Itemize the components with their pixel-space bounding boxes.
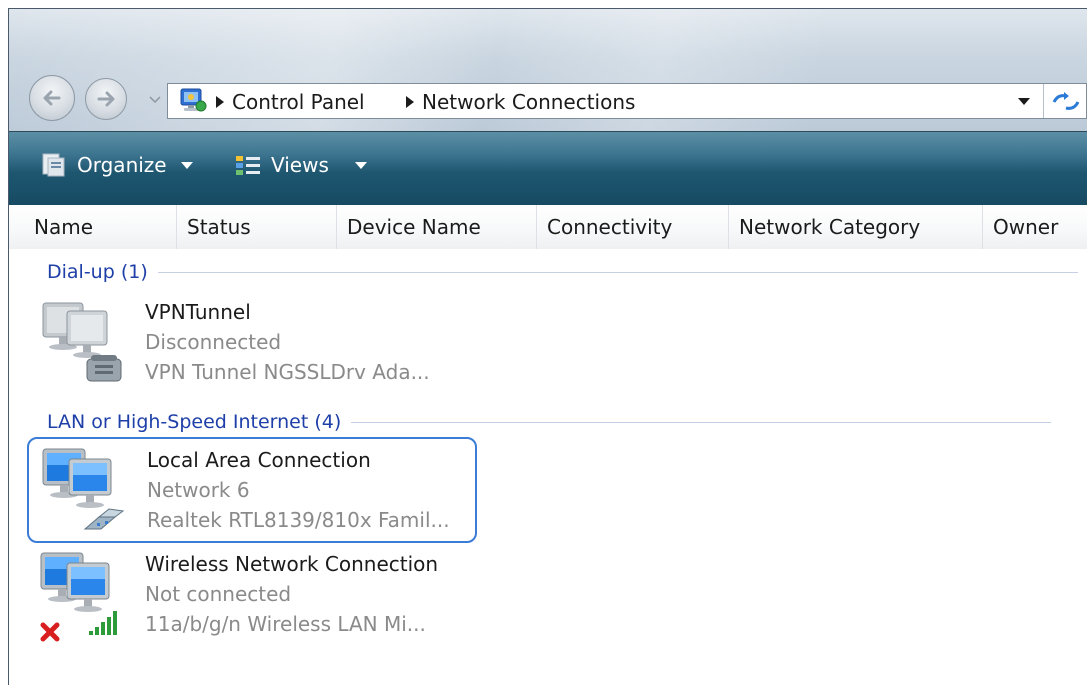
breadcrumb-control-panel[interactable]: Control Panel	[232, 90, 365, 114]
column-network-category[interactable]: Network Category	[729, 205, 983, 249]
column-status[interactable]: Status	[177, 205, 337, 249]
connection-item-wireless[interactable]: Wireless Network Connection Not connecte…	[27, 543, 477, 649]
group-divider	[157, 271, 1078, 273]
item-text: Local Area Connection Network 6 Realtek …	[147, 445, 450, 535]
breadcrumb-separator-icon[interactable]	[406, 96, 414, 108]
title-glass: Control Panel Network Connections	[9, 9, 1087, 131]
lan-connection-icon	[42, 448, 125, 530]
connections-list: Dial-up (1) VPNTunnel Disconnected VPN T…	[9, 249, 1087, 685]
address-divider	[1043, 84, 1044, 118]
group-divider	[351, 421, 1052, 423]
organize-button[interactable]: Organize	[39, 148, 193, 182]
address-bar[interactable]: Control Panel Network Connections	[167, 83, 1087, 119]
connection-status: Disconnected	[145, 330, 282, 354]
command-toolbar: Organize Views	[9, 131, 1087, 206]
connection-status: Network 6	[147, 478, 250, 502]
column-device-name[interactable]: Device Name	[337, 205, 537, 249]
views-label: Views	[271, 153, 329, 177]
back-arrow-icon	[43, 90, 61, 106]
column-connectivity[interactable]: Connectivity	[537, 205, 729, 249]
organize-icon	[42, 153, 65, 177]
control-panel-icon	[180, 88, 207, 112]
address-dropdown-icon[interactable]	[1018, 98, 1030, 105]
views-dropdown-icon	[354, 161, 367, 169]
recent-pages-dropdown[interactable]	[149, 93, 161, 105]
group-title: LAN or High-Speed Internet (4)	[47, 411, 342, 433]
connection-name: Wireless Network Connection	[145, 552, 439, 576]
column-owner[interactable]: Owner	[983, 205, 1087, 249]
item-text: VPNTunnel Disconnected VPN Tunnel NGSSLD…	[145, 297, 430, 387]
breadcrumb-separator-icon[interactable]	[216, 96, 224, 108]
dialup-connection-icon	[42, 302, 122, 382]
group-header-dialup[interactable]: Dial-up (1)	[47, 261, 1078, 283]
connection-item-vpntunnel[interactable]: VPNTunnel Disconnected VPN Tunnel NGSSLD…	[27, 291, 477, 397]
views-button[interactable]: Views	[233, 148, 367, 182]
connection-item-local-area[interactable]: Local Area Connection Network 6 Realtek …	[27, 437, 477, 543]
breadcrumb-network-connections[interactable]: Network Connections	[422, 90, 635, 114]
connection-device: 11a/b/g/n Wireless LAN Mi...	[145, 612, 426, 636]
group-title: Dial-up (1)	[47, 261, 148, 283]
connection-device: VPN Tunnel NGSSLDrv Ada...	[145, 360, 430, 384]
item-text: Wireless Network Connection Not connecte…	[145, 549, 438, 639]
connection-name: Local Area Connection	[147, 448, 371, 472]
wireless-connection-icon	[40, 552, 117, 642]
column-name[interactable]: Name	[9, 205, 177, 249]
group-header-lan[interactable]: LAN or High-Speed Internet (4)	[47, 411, 1052, 433]
chevron-down-icon	[149, 96, 161, 104]
back-button[interactable]	[29, 75, 75, 121]
connection-name: VPNTunnel	[145, 300, 251, 324]
forward-arrow-icon	[97, 91, 115, 107]
connection-device: Realtek RTL8139/810x Famil...	[147, 508, 450, 532]
explorer-window: Control Panel Network Connections Organi…	[8, 8, 1087, 685]
column-header-row: Name Status Device Name Connectivity Net…	[9, 205, 1087, 250]
organize-dropdown-icon	[180, 161, 193, 169]
refresh-icon[interactable]	[1048, 90, 1082, 114]
forward-button[interactable]	[85, 78, 127, 120]
organize-label: Organize	[77, 153, 167, 177]
connection-status: Not connected	[145, 582, 292, 606]
views-icon	[236, 156, 260, 175]
